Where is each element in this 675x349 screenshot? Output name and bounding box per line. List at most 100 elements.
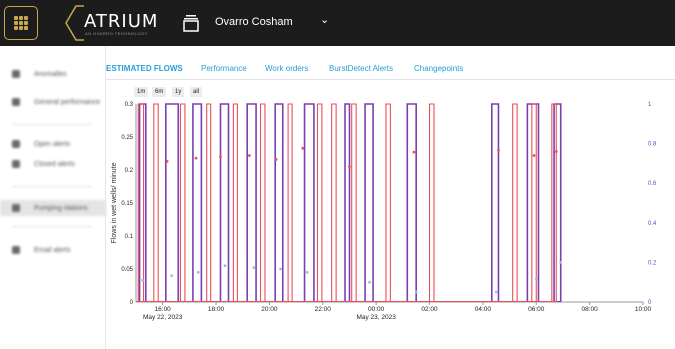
flows-chart[interactable]: 00.050.10.150.20.250.300.20.40.60.81Flow… xyxy=(106,96,675,336)
data-point xyxy=(559,261,563,264)
x-tick-label: 22:00 xyxy=(315,306,332,313)
chevron-down-icon[interactable]: ⌄ xyxy=(320,13,329,26)
pulse-series-segment xyxy=(316,103,323,302)
data-point xyxy=(165,160,169,163)
sidebar-item-general-performance[interactable]: General performance xyxy=(0,94,106,110)
pulse-series-segment xyxy=(385,103,391,302)
bell-icon xyxy=(12,140,20,148)
data-point xyxy=(223,264,227,268)
tab-estimated-flows[interactable]: ESTIMATED FLOWS xyxy=(106,64,183,73)
x-tick-label: 08:00 xyxy=(581,306,598,313)
y2-tick-label: 0.8 xyxy=(648,142,657,148)
y2-tick-label: 0.6 xyxy=(648,181,657,187)
y-tick-label: 0.05 xyxy=(121,267,133,273)
pulse-series-segment xyxy=(512,103,518,302)
sidebar-item-pumping-stations[interactable]: Pumping stations xyxy=(0,200,106,216)
x-tick-label: 16:00 xyxy=(155,306,172,313)
data-point xyxy=(279,267,282,271)
chart-legend xyxy=(166,340,616,346)
pulse-series-segment xyxy=(232,103,238,302)
pulse-series-segment xyxy=(138,103,147,302)
sidebar-item-label: Closed alerts xyxy=(34,160,75,168)
tab-burstdetect-alerts[interactable]: BurstDetect Alerts xyxy=(329,64,393,73)
data-point xyxy=(170,274,173,277)
sidebar-item-open-alerts[interactable]: Open alerts xyxy=(0,136,106,152)
pulse-series-segment xyxy=(490,103,500,302)
sidebar-item-label: Pumping stations xyxy=(34,204,88,212)
y-axis-title: Flows in wet wells/ minute xyxy=(111,162,118,243)
pulse-series-segment xyxy=(206,103,212,302)
site-icon xyxy=(183,15,199,32)
data-point xyxy=(274,158,278,161)
atrium-logo[interactable]: ATRIUM AN OVARRO TECHNOLOGY xyxy=(64,2,170,44)
check-icon xyxy=(12,160,20,168)
app-grid-button[interactable] xyxy=(4,6,38,40)
sidebar-item-label: Anomalies xyxy=(34,70,67,78)
data-point xyxy=(534,277,538,281)
x-tick-label: 18:00 xyxy=(208,306,225,313)
pulse-series-segment xyxy=(364,103,374,302)
x-tick-label: 02:00 xyxy=(421,306,438,313)
tab-performance[interactable]: Performance xyxy=(201,64,247,73)
y-tick-label: 0.1 xyxy=(125,234,134,240)
pulse-series-segment xyxy=(274,103,284,302)
sidebar-item-email-alerts[interactable]: Email alerts xyxy=(0,242,106,258)
data-point xyxy=(141,278,145,282)
data-point xyxy=(219,155,222,159)
data-point xyxy=(248,154,251,157)
y-tick-label: 0 xyxy=(130,300,134,306)
pulse-series-segment xyxy=(344,103,351,302)
pulse-series-segment xyxy=(179,103,186,302)
x-tick-label: 10:00 xyxy=(635,306,652,313)
sidebar-item-anomalies[interactable]: Anomalies xyxy=(0,66,106,82)
tab-changepoints[interactable]: Changepoints xyxy=(414,64,463,73)
pulse-series-segment xyxy=(406,103,417,302)
main-panel: ESTIMATED FLOWS Performance Work orders … xyxy=(106,46,675,349)
y-tick-label: 0.2 xyxy=(125,168,134,174)
x-tick-date-label: May 23, 2023 xyxy=(356,314,396,321)
top-bar: ATRIUM AN OVARRO TECHNOLOGY Ovarro Cosha… xyxy=(0,0,675,46)
data-point xyxy=(497,148,500,152)
y2-tick-label: 1 xyxy=(648,102,652,108)
logo-tagline: AN OVARRO TECHNOLOGY xyxy=(85,31,148,36)
logo-text: ATRIUM xyxy=(84,11,159,32)
tab-work-orders[interactable]: Work orders xyxy=(265,64,308,73)
data-point xyxy=(412,150,416,154)
pulse-series-segment xyxy=(259,103,266,302)
sidebar: Anomalies General performance Open alert… xyxy=(0,46,106,349)
x-tick-label: 06:00 xyxy=(528,306,545,313)
y-tick-label: 0.15 xyxy=(121,201,133,207)
grid-icon xyxy=(14,16,28,30)
data-point xyxy=(554,150,558,153)
sidebar-item-label: Email alerts xyxy=(34,246,71,254)
pulse-series-segment xyxy=(351,103,357,302)
x-tick-label: 04:00 xyxy=(475,306,492,313)
sidebar-item-label: General performance xyxy=(34,98,101,106)
data-point xyxy=(532,154,536,157)
data-point xyxy=(301,146,305,150)
data-point xyxy=(194,156,198,160)
pulse-series-segment xyxy=(246,103,257,302)
data-point xyxy=(196,270,200,274)
pulse-series-segment xyxy=(553,103,562,302)
sidebar-divider xyxy=(12,186,92,187)
data-point xyxy=(252,266,256,270)
y2-tick-label: 0.4 xyxy=(648,221,657,227)
y2-tick-label: 0.2 xyxy=(648,260,657,266)
data-point xyxy=(494,290,498,294)
data-point xyxy=(348,165,351,169)
sidebar-item-closed-alerts[interactable]: Closed alerts xyxy=(0,156,106,172)
site-selector[interactable]: Ovarro Cosham xyxy=(215,16,293,28)
x-tick-label: 20:00 xyxy=(261,306,278,313)
pulse-series-segment xyxy=(531,103,537,302)
alert-icon xyxy=(12,70,20,78)
y-tick-label: 0.3 xyxy=(125,102,134,108)
y-tick-label: 0.25 xyxy=(121,135,133,141)
tab-bar: ESTIMATED FLOWS Performance Work orders … xyxy=(106,60,675,80)
sidebar-divider xyxy=(12,226,92,227)
pulse-series-segment xyxy=(219,103,230,302)
mail-icon xyxy=(12,246,20,254)
chart-icon xyxy=(12,98,20,106)
data-point xyxy=(414,290,418,294)
x-tick-label: 00:00 xyxy=(368,306,385,313)
